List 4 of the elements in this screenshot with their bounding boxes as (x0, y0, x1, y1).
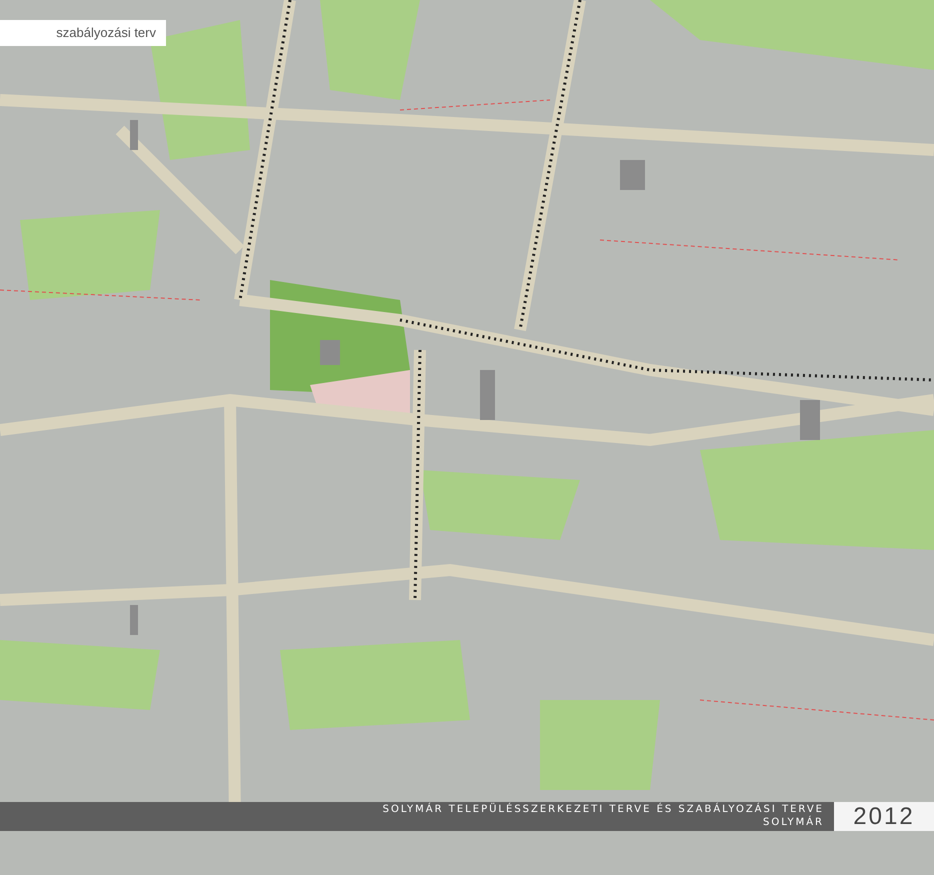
plan-subtitle: SOLYMÁR (763, 816, 824, 829)
section-label: szabályozási terv (0, 20, 166, 46)
year-label: 2012 (834, 802, 934, 831)
plan-title: SOLYMÁR TELEPÜLÉSSZERKEZETI TERVE ÉS SZABÁLYOZÁSI TERVE (382, 803, 824, 816)
